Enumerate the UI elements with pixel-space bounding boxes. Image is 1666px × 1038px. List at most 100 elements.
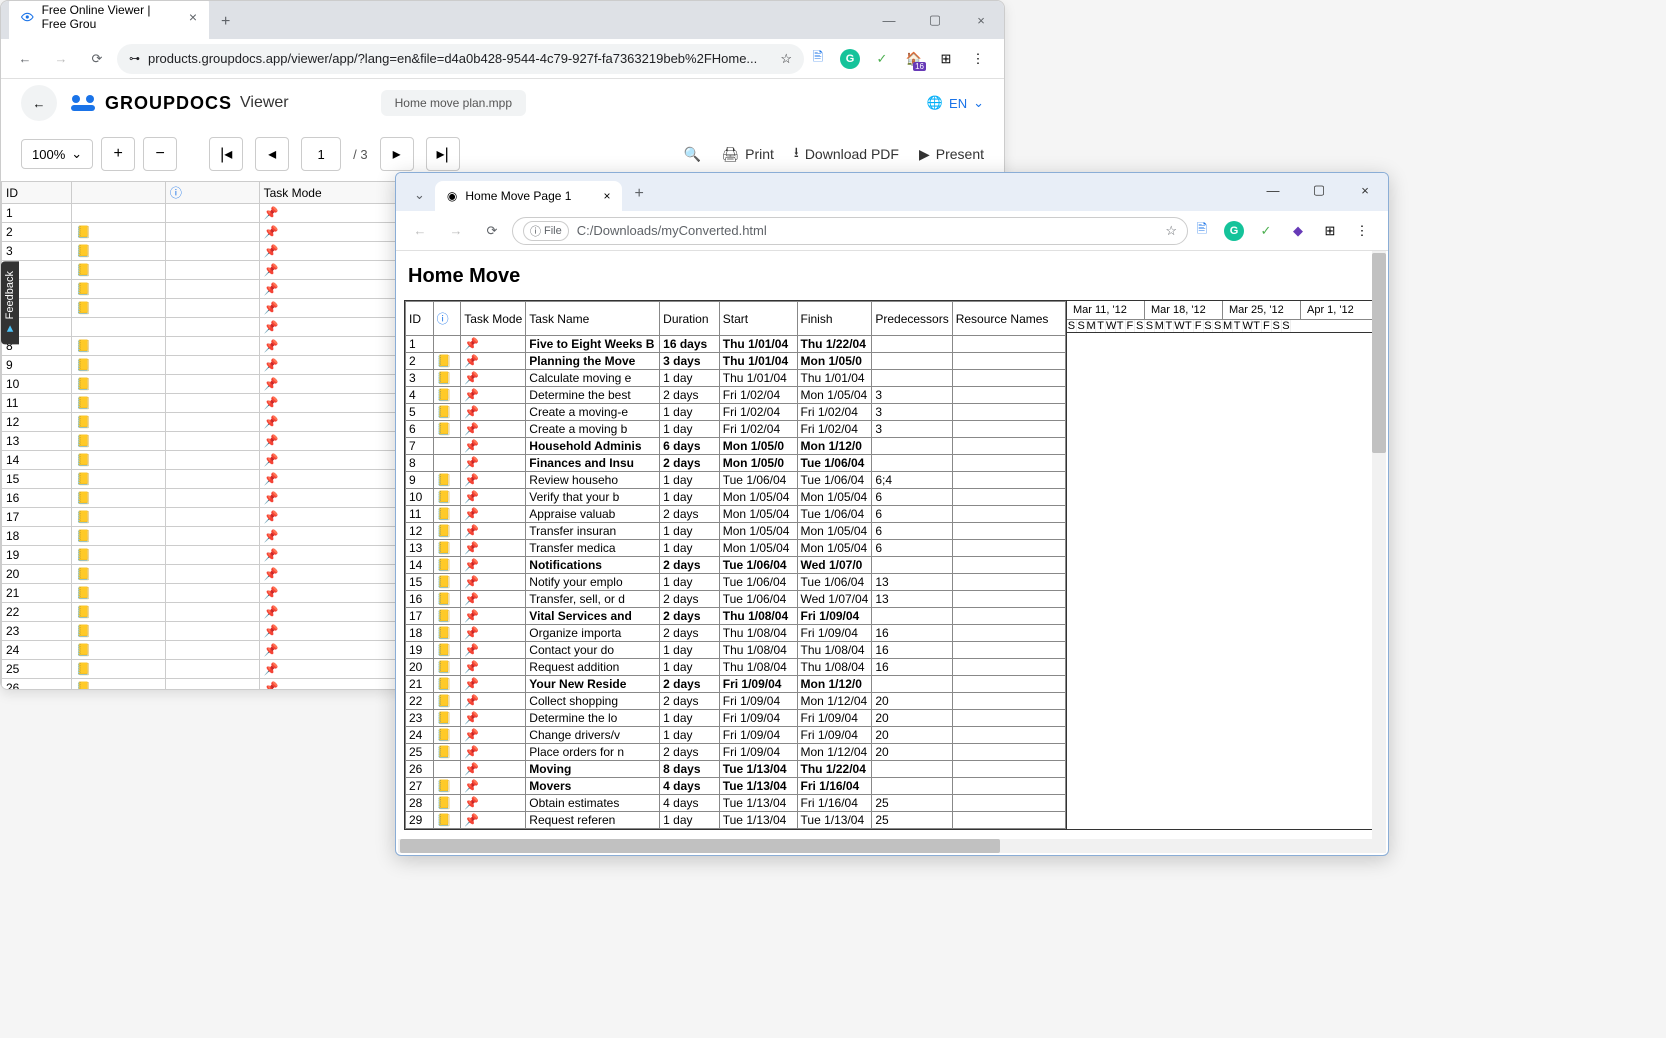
table-row[interactable]: 14 📒 📌 Notifications 2 days Tue 1/06/04 … bbox=[406, 557, 1066, 574]
maximize-button[interactable]: ▢ bbox=[912, 1, 958, 39]
back-button[interactable]: ← bbox=[9, 43, 41, 75]
grammarly-icon[interactable]: G bbox=[840, 49, 860, 69]
diamond-icon[interactable]: ◆ bbox=[1288, 221, 1308, 241]
close-button[interactable]: × bbox=[958, 1, 1004, 39]
new-tab-button[interactable]: + bbox=[209, 5, 242, 39]
page-input[interactable] bbox=[301, 137, 341, 171]
table-row[interactable]: 4 📒 📌 Determine the best 2 days Fri 1/02… bbox=[406, 387, 1066, 404]
table-row[interactable]: 11 📒 📌 Appraise valuab 2 days Mon 1/05/0… bbox=[406, 506, 1066, 523]
tab-collapse-button[interactable]: ⌄ bbox=[404, 179, 435, 211]
cell-finish: Mon 1/05/04 bbox=[797, 523, 872, 540]
translate-icon[interactable]: 🖹 bbox=[808, 49, 828, 69]
table-row[interactable]: 16 📒 📌 Transfer, sell, or d 2 days Tue 1… bbox=[406, 591, 1066, 608]
table-row[interactable]: 5 📒 📌 Create a moving-e 1 day Fri 1/02/0… bbox=[406, 404, 1066, 421]
table-row[interactable]: 20 📒 📌 Request addition 1 day Thu 1/08/0… bbox=[406, 659, 1066, 676]
cell-blank bbox=[165, 584, 259, 603]
zoom-out-button[interactable]: − bbox=[143, 137, 177, 171]
url-input-2[interactable]: ⓘFile C:/Downloads/myConverted.html ☆ bbox=[512, 217, 1188, 245]
table-row[interactable]: 13 📒 📌 Transfer medica 1 day Mon 1/05/04… bbox=[406, 540, 1066, 557]
forward-button[interactable]: → bbox=[45, 43, 77, 75]
zoom-dropdown[interactable]: 100% ⌄ bbox=[21, 139, 93, 169]
mode-icon: 📌 bbox=[259, 622, 416, 641]
forward-button[interactable]: → bbox=[440, 215, 472, 247]
zoom-in-button[interactable]: + bbox=[101, 137, 135, 171]
close-icon[interactable]: × bbox=[603, 189, 610, 203]
next-page-button[interactable]: ▸ bbox=[380, 137, 414, 171]
close-button[interactable]: × bbox=[1342, 173, 1388, 207]
col-id: ID bbox=[2, 182, 72, 204]
grammarly-icon[interactable]: G bbox=[1224, 221, 1244, 241]
app-back-button[interactable]: ← bbox=[21, 85, 57, 121]
cell-start: Thu 1/01/04 bbox=[719, 370, 797, 387]
table-row[interactable]: 21 📒 📌 Your New Reside 2 days Fri 1/09/0… bbox=[406, 676, 1066, 693]
puzzle-icon[interactable]: ⊞ bbox=[1320, 221, 1340, 241]
minimize-button[interactable]: — bbox=[1250, 173, 1296, 207]
scrollbar-thumb[interactable] bbox=[400, 839, 1000, 853]
table-row[interactable]: 12 📒 📌 Transfer insuran 1 day Mon 1/05/0… bbox=[406, 523, 1066, 540]
last-page-button[interactable]: ▸| bbox=[426, 137, 460, 171]
download-button[interactable]: ⭳Download PDF bbox=[794, 142, 899, 166]
browser-tab[interactable]: Free Online Viewer | Free Grou × bbox=[9, 0, 209, 39]
table-row[interactable]: 3 📒 📌 Calculate moving e 1 day Thu 1/01/… bbox=[406, 370, 1066, 387]
table-row[interactable]: 15 📒 📌 Notify your emplo 1 day Tue 1/06/… bbox=[406, 574, 1066, 591]
table-row[interactable]: 10 📒 📌 Verify that your b 1 day Mon 1/05… bbox=[406, 489, 1066, 506]
gantt-week-label: Mar 25, '12 bbox=[1223, 301, 1301, 319]
browser-tab-2[interactable]: ◉ Home Move Page 1 × bbox=[435, 181, 623, 211]
cell-id: 2 bbox=[2, 223, 72, 242]
table-row[interactable]: 1 📌 Five to Eight Weeks B 16 days Thu 1/… bbox=[406, 336, 1066, 353]
first-page-button[interactable]: |◂ bbox=[209, 137, 243, 171]
table-row[interactable]: 17 📒 📌 Vital Services and 2 days Thu 1/0… bbox=[406, 608, 1066, 625]
table-row[interactable]: 27 📒 📌 Movers 4 days Tue 1/13/04 Fri 1/1… bbox=[406, 778, 1066, 795]
star-icon[interactable]: ☆ bbox=[780, 51, 792, 67]
horizontal-scrollbar[interactable] bbox=[398, 839, 1372, 853]
table-row[interactable]: 19 📒 📌 Contact your do 1 day Thu 1/08/04… bbox=[406, 642, 1066, 659]
chevron-down-icon: ⌄ bbox=[973, 95, 984, 111]
vertical-scrollbar[interactable] bbox=[1372, 251, 1386, 853]
minimize-button[interactable]: — bbox=[866, 1, 912, 39]
table-row[interactable]: 26 📌 Moving 8 days Tue 1/13/04 Thu 1/22/… bbox=[406, 761, 1066, 778]
cell-res bbox=[952, 336, 1065, 353]
star-icon[interactable]: ☆ bbox=[1165, 223, 1177, 239]
new-tab-button-2[interactable]: + bbox=[622, 177, 655, 211]
translate-icon[interactable]: 🖹 bbox=[1192, 221, 1212, 241]
home-badge-icon[interactable]: 🏠16 bbox=[904, 49, 924, 69]
url-input[interactable]: ⊶ products.groupdocs.app/viewer/app/?lan… bbox=[117, 44, 804, 74]
mode-icon: 📌 bbox=[259, 565, 416, 584]
prev-page-button[interactable]: ◂ bbox=[255, 137, 289, 171]
table-row[interactable]: 6 📒 📌 Create a moving b 1 day Fri 1/02/0… bbox=[406, 421, 1066, 438]
table-row[interactable]: 9 📒 📌 Review househo 1 day Tue 1/06/04 T… bbox=[406, 472, 1066, 489]
reload-button[interactable]: ⟳ bbox=[81, 43, 113, 75]
note-icon: 📒 bbox=[72, 299, 166, 318]
menu-icon[interactable]: ⋮ bbox=[1352, 221, 1372, 241]
gantt-timeline[interactable]: Mar 11, '12Mar 18, '12Mar 25, '12Apr 1, … bbox=[1067, 301, 1379, 829]
cell-name: Contact your do bbox=[526, 642, 660, 659]
present-button[interactable]: ▶Present bbox=[919, 146, 984, 163]
table-row[interactable]: 8 📌 Finances and Insu 2 days Mon 1/05/0 … bbox=[406, 455, 1066, 472]
mode-icon: 📌 bbox=[259, 489, 416, 508]
site-info-icon[interactable]: ⊶ bbox=[129, 52, 140, 65]
maximize-button[interactable]: ▢ bbox=[1296, 173, 1342, 207]
table-row[interactable]: 22 📒 📌 Collect shopping 2 days Fri 1/09/… bbox=[406, 693, 1066, 710]
scrollbar-thumb[interactable] bbox=[1372, 253, 1386, 453]
table-row[interactable]: 24 📒 📌 Change drivers/v 1 day Fri 1/09/0… bbox=[406, 727, 1066, 744]
table-row[interactable]: 28 📒 📌 Obtain estimates 4 days Tue 1/13/… bbox=[406, 795, 1066, 812]
note-icon: 📒 bbox=[433, 710, 461, 727]
print-button[interactable]: 🖨Print bbox=[721, 146, 774, 163]
menu-icon[interactable]: ⋮ bbox=[968, 49, 988, 69]
search-button[interactable]: 🔍 bbox=[684, 146, 701, 163]
language-picker[interactable]: 🌐 EN ⌄ bbox=[927, 95, 984, 111]
cell-finish: Fri 1/16/04 bbox=[797, 778, 872, 795]
puzzle-icon[interactable]: ⊞ bbox=[936, 49, 956, 69]
table-row[interactable]: 25 📒 📌 Place orders for n 2 days Fri 1/0… bbox=[406, 744, 1066, 761]
table-row[interactable]: 18 📒 📌 Organize importa 2 days Thu 1/08/… bbox=[406, 625, 1066, 642]
table-row[interactable]: 2 📒 📌 Planning the Move 3 days Thu 1/01/… bbox=[406, 353, 1066, 370]
table-row[interactable]: 29 📒 📌 Request referen 1 day Tue 1/13/04… bbox=[406, 812, 1066, 829]
close-icon[interactable]: × bbox=[189, 9, 197, 25]
reload-button[interactable]: ⟳ bbox=[476, 215, 508, 247]
check-icon[interactable]: ✓ bbox=[872, 49, 892, 69]
table-row[interactable]: 7 📌 Household Adminis 6 days Mon 1/05/0 … bbox=[406, 438, 1066, 455]
back-button[interactable]: ← bbox=[404, 215, 436, 247]
feedback-tab[interactable]: ▼ Feedback bbox=[1, 261, 19, 344]
table-row[interactable]: 23 📒 📌 Determine the lo 1 day Fri 1/09/0… bbox=[406, 710, 1066, 727]
check-icon[interactable]: ✓ bbox=[1256, 221, 1276, 241]
